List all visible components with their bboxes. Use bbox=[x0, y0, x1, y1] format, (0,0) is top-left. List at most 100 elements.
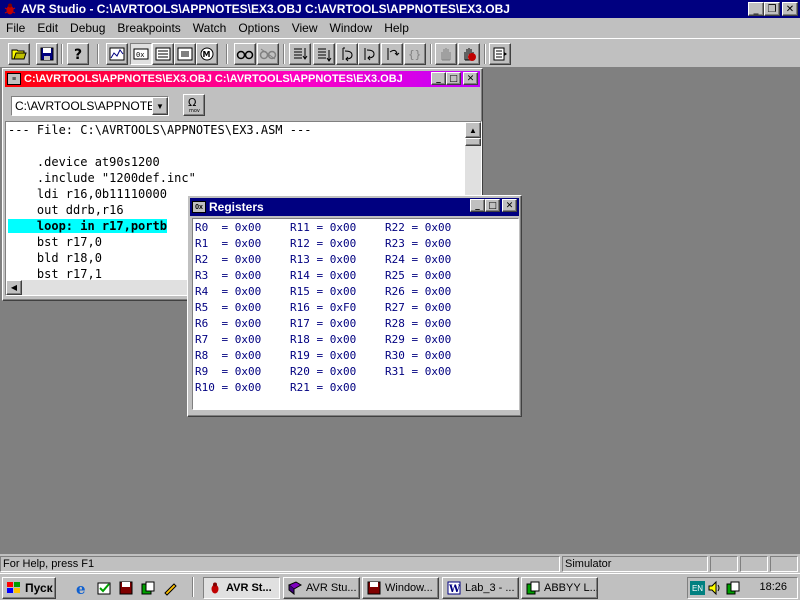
start-button[interactable]: Пуск bbox=[2, 577, 56, 599]
status-help: For Help, press F1 bbox=[0, 556, 560, 572]
path-select-value: C:\AVRTOOLS\APPNOTES bbox=[15, 99, 164, 113]
step-out-icon[interactable] bbox=[336, 43, 358, 65]
clear-watch-icon[interactable] bbox=[257, 43, 279, 65]
menu-view[interactable]: View bbox=[286, 21, 324, 35]
system-tray: EN 18:26 bbox=[687, 577, 798, 599]
mov-button[interactable]: Ω mov bbox=[183, 94, 205, 116]
ie-icon[interactable]: e bbox=[73, 579, 91, 597]
menu-debug[interactable]: Debug bbox=[64, 21, 111, 35]
watch-glasses-icon[interactable] bbox=[234, 43, 256, 65]
task-window[interactable]: Window... bbox=[362, 577, 439, 599]
code-line: .device at90s1200 bbox=[8, 155, 160, 169]
restore-button[interactable]: ❐ bbox=[764, 2, 780, 16]
register-r28: R28 = 0x00 bbox=[385, 317, 452, 330]
abbyy-icon bbox=[525, 580, 541, 596]
menu-watch[interactable]: Watch bbox=[187, 21, 233, 35]
register-r24: R24 = 0x00 bbox=[385, 253, 452, 266]
task-abbyy[interactable]: ABBYY L... bbox=[521, 577, 598, 599]
break-icon[interactable] bbox=[458, 43, 480, 65]
step-over-icon[interactable] bbox=[313, 43, 335, 65]
io-icon[interactable] bbox=[174, 43, 196, 65]
register-r30: R30 = 0x00 bbox=[385, 349, 452, 362]
tray-app-icon[interactable] bbox=[725, 580, 741, 599]
menu-breakpoints[interactable]: Breakpoints bbox=[111, 21, 186, 35]
avr-bug-icon bbox=[207, 580, 223, 596]
registers-icon[interactable]: 0x bbox=[130, 43, 152, 65]
avr-bug-icon bbox=[3, 2, 17, 16]
step-into-icon[interactable] bbox=[289, 43, 311, 65]
desktop-icon[interactable] bbox=[95, 579, 113, 597]
menu-window[interactable]: Window bbox=[324, 21, 379, 35]
registers-window: 0x Registers _ □ ✕ R0 = 0x00 R1 = 0x00 R… bbox=[187, 195, 522, 417]
reset-icon[interactable]: {} bbox=[404, 43, 426, 65]
memory-icon[interactable] bbox=[152, 43, 174, 65]
source-window-title-bar[interactable]: ≡ C:\AVRTOOLS\APPNOTES\EX3.OBJ C:\AVRTOO… bbox=[5, 71, 480, 87]
code-line: .include "1200def.inc" bbox=[8, 171, 196, 185]
register-r8: R8 = 0x00 bbox=[195, 349, 262, 362]
scroll-up-icon[interactable]: ▲ bbox=[465, 122, 481, 138]
open-icon[interactable] bbox=[8, 43, 30, 65]
source-close-button[interactable]: ✕ bbox=[463, 72, 478, 85]
source-window-title: C:\AVRTOOLS\APPNOTES\EX3.OBJ C:\AVRTOOLS… bbox=[24, 73, 403, 85]
registers-maximize-button[interactable]: □ bbox=[485, 199, 500, 212]
task-lab3-word[interactable]: W Lab_3 - ... bbox=[442, 577, 519, 599]
watch-icon[interactable]: M bbox=[196, 43, 218, 65]
task-avr-studio-active[interactable]: AVR St... bbox=[203, 577, 280, 599]
register-r14: R14 = 0x00 bbox=[290, 269, 357, 282]
app-quicklaunch-icon[interactable] bbox=[139, 579, 157, 597]
register-r23: R23 = 0x00 bbox=[385, 237, 452, 250]
register-r31: R31 = 0x00 bbox=[385, 365, 452, 378]
register-r2: R2 = 0x00 bbox=[195, 253, 262, 266]
scroll-thumb[interactable] bbox=[465, 138, 481, 146]
app-title-bar[interactable]: AVR Studio - C:\AVRTOOLS\APPNOTES\EX3.OB… bbox=[0, 0, 800, 18]
register-r3: R3 = 0x00 bbox=[195, 269, 262, 282]
menu-options[interactable]: Options bbox=[232, 21, 285, 35]
register-r6: R6 = 0x00 bbox=[195, 317, 262, 330]
trace-icon[interactable] bbox=[106, 43, 128, 65]
source-minimize-button[interactable]: _ bbox=[431, 72, 446, 85]
menu-file[interactable]: File bbox=[0, 21, 31, 35]
registers-minimize-button[interactable]: _ bbox=[470, 199, 485, 212]
go-icon[interactable] bbox=[381, 43, 403, 65]
registers-title-bar[interactable]: 0x Registers _ □ ✕ bbox=[190, 198, 519, 216]
close-button[interactable]: ✕ bbox=[782, 2, 798, 16]
minimize-button[interactable]: _ bbox=[748, 2, 764, 16]
run-to-cursor-icon[interactable] bbox=[358, 43, 380, 65]
svg-text:e: e bbox=[76, 580, 86, 596]
registers-window-icon: 0x bbox=[192, 201, 206, 213]
save-icon[interactable] bbox=[36, 43, 58, 65]
register-r17: R17 = 0x00 bbox=[290, 317, 357, 330]
scroll-left-icon[interactable]: ◀ bbox=[6, 280, 22, 295]
register-r26: R26 = 0x00 bbox=[385, 285, 452, 298]
stop-hand-icon[interactable] bbox=[435, 43, 457, 65]
register-r5: R5 = 0x00 bbox=[195, 301, 262, 314]
register-r10: R10 = 0x00 bbox=[195, 381, 262, 394]
menu-edit[interactable]: Edit bbox=[31, 21, 64, 35]
task-avr-studio[interactable]: AVR Stu... bbox=[283, 577, 360, 599]
windows-logo-icon bbox=[7, 582, 20, 593]
register-r11: R11 = 0x00 bbox=[290, 221, 357, 234]
path-select[interactable]: C:\AVRTOOLS\APPNOTES ▼ bbox=[11, 96, 169, 116]
register-r19: R19 = 0x00 bbox=[290, 349, 357, 362]
taskbar: Пуск e AVR St... AVR Stu... Window... W … bbox=[0, 573, 800, 600]
language-indicator[interactable]: EN bbox=[690, 581, 705, 595]
menu-help[interactable]: Help bbox=[378, 21, 415, 35]
pencil-icon[interactable] bbox=[161, 579, 179, 597]
help-icon[interactable]: ? bbox=[67, 43, 89, 65]
document-icon: ≡ bbox=[7, 73, 21, 85]
toggle-breakpoint-icon[interactable] bbox=[489, 43, 511, 65]
register-r15: R15 = 0x00 bbox=[290, 285, 357, 298]
chevron-down-icon[interactable]: ▼ bbox=[152, 97, 168, 115]
registers-title: Registers bbox=[209, 200, 264, 214]
source-maximize-button[interactable]: □ bbox=[446, 72, 461, 85]
register-r21: R21 = 0x00 bbox=[290, 381, 357, 394]
registers-close-button[interactable]: ✕ bbox=[502, 199, 517, 212]
speaker-icon[interactable] bbox=[707, 580, 723, 599]
status-pane-3 bbox=[770, 556, 798, 572]
register-r1: R1 = 0x00 bbox=[195, 237, 262, 250]
floppy-icon[interactable] bbox=[117, 579, 135, 597]
register-r16: R16 = 0xF0 bbox=[290, 301, 357, 314]
register-r18: R18 = 0x00 bbox=[290, 333, 357, 346]
register-r29: R29 = 0x00 bbox=[385, 333, 452, 346]
clock[interactable]: 18:26 bbox=[759, 581, 787, 593]
